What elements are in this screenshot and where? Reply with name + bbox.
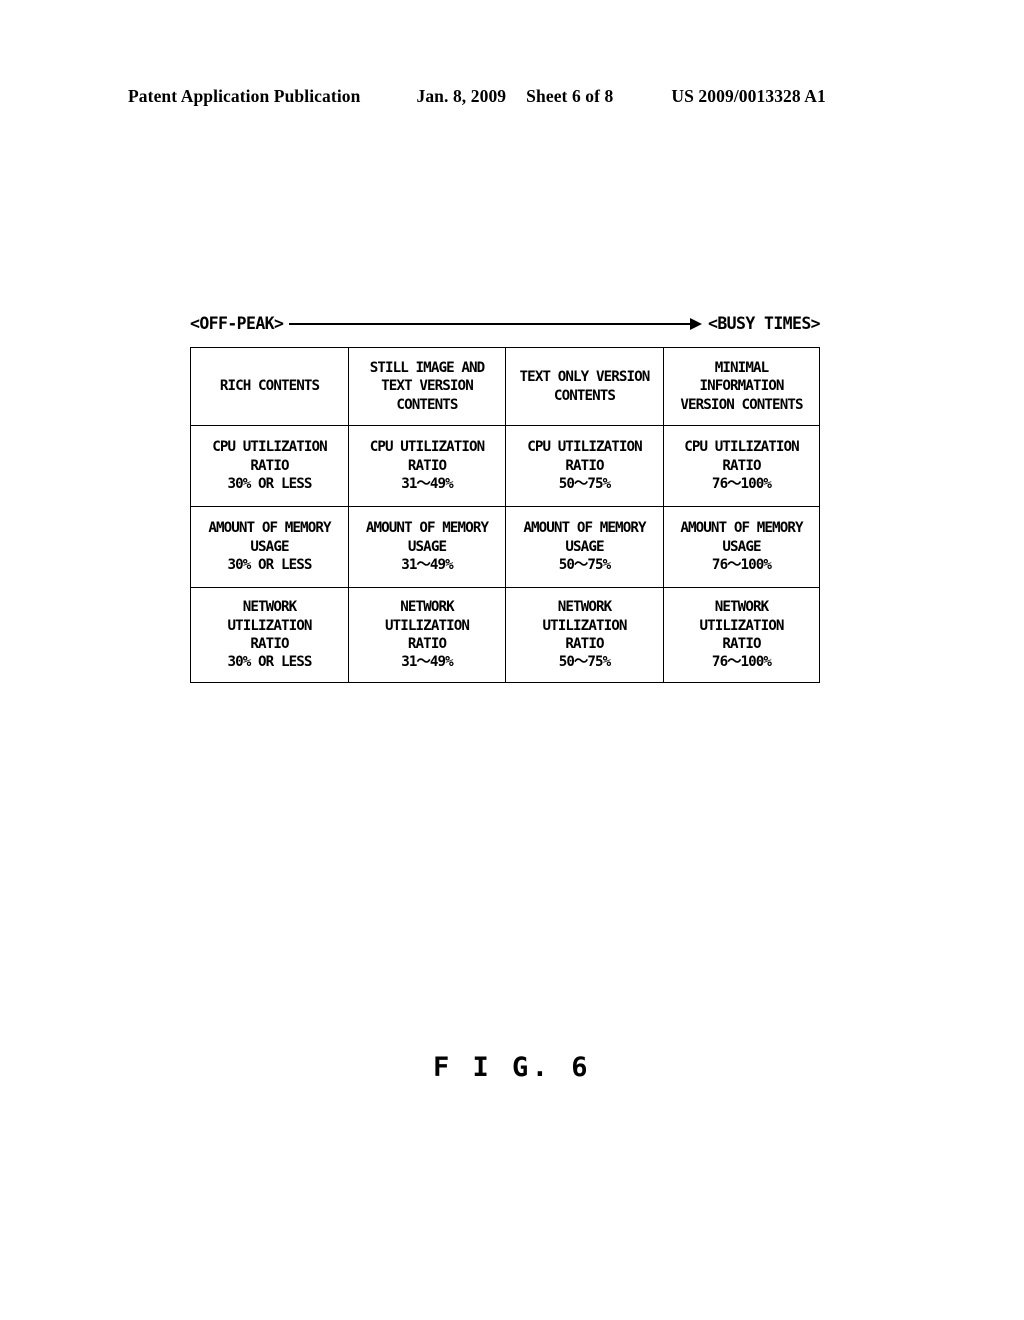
cell-header-col4: MINIMAL INFORMATION VERSION CONTENTS [663, 347, 820, 426]
cell-text: STILL IMAGE AND [369, 359, 486, 376]
cell-text: AMOUNT OF MEMORY [680, 520, 803, 537]
cell-text: NETWORK [400, 599, 454, 616]
table-row-memory: AMOUNT OF MEMORY USAGE 30% OR LESS AMOUN… [190, 506, 820, 588]
cell-text: CPU UTILIZATION [369, 439, 486, 456]
cell-text: CPU UTILIZATION [212, 439, 328, 456]
cell-text: RATIO [407, 636, 447, 652]
cell-text: MINIMAL [714, 359, 769, 376]
cell-text: UTILIZATION [699, 617, 784, 634]
cell-text: RATIO [565, 457, 604, 474]
cell-text: RATIO [722, 457, 761, 474]
cell-text: RATIO [250, 457, 289, 474]
figure-caption: F I G. 6 [432, 1052, 592, 1083]
cell-header-col3: TEXT ONLY VERSION CONTENTS [505, 347, 664, 426]
axis-arrow [289, 317, 702, 331]
cell-text: 50〜75% [558, 476, 611, 493]
cell-text: RATIO [407, 457, 447, 474]
cell-text: NETWORK [714, 599, 769, 616]
table-row-network: NETWORK UTILIZATION RATIO 30% OR LESS NE… [190, 587, 820, 683]
axis-label-busy-times: <BUSY TIMES> [707, 313, 821, 333]
cell-text: UTILIZATION [384, 617, 470, 634]
cell-text: USAGE [565, 538, 604, 555]
cell-header-col2: STILL IMAGE AND TEXT VERSION CONTENTS [348, 347, 506, 426]
cell-text: 30% OR LESS [227, 557, 312, 574]
cell-text: AMOUNT OF MEMORY [365, 520, 489, 537]
cell-header-col1: RICH CONTENTS [190, 347, 349, 426]
cell-text: USAGE [407, 538, 447, 555]
cell-text: CONTENTS [396, 396, 458, 413]
table-row-header: RICH CONTENTS STILL IMAGE AND TEXT VERSI… [190, 347, 820, 426]
cell-text: USAGE [722, 538, 761, 555]
cell-text: 50〜75% [558, 557, 611, 574]
cell-text: NETWORK [242, 599, 297, 616]
cell-text: 30% OR LESS [227, 654, 312, 671]
content-level-table: RICH CONTENTS STILL IMAGE AND TEXT VERSI… [190, 347, 820, 683]
figure-6: <OFF-PEAK> <BUSY TIMES> RICH CONTENTS ST… [0, 0, 1024, 1320]
cell-text: 31〜49% [401, 654, 453, 671]
cell-cpu-col1: CPU UTILIZATION RATIO 30% OR LESS [190, 425, 349, 507]
cell-text: TEXT VERSION [381, 378, 474, 395]
cell-text: 76〜100% [711, 654, 772, 671]
cell-memory-col2: AMOUNT OF MEMORY USAGE 31〜49% [348, 506, 506, 588]
table-row-cpu: CPU UTILIZATION RATIO 30% OR LESS CPU UT… [190, 425, 820, 507]
cell-text: RATIO [250, 636, 289, 652]
cell-text: NETWORK [557, 599, 612, 616]
cell-text: RATIO [722, 636, 761, 652]
cell-text: VERSION CONTENTS [680, 396, 803, 413]
cell-text: 76〜100% [711, 476, 772, 493]
cell-text: AMOUNT OF MEMORY [208, 520, 331, 537]
cell-cpu-col4: CPU UTILIZATION RATIO 76〜100% [663, 425, 820, 507]
cell-memory-col1: AMOUNT OF MEMORY USAGE 30% OR LESS [190, 506, 349, 588]
cell-cpu-col3: CPU UTILIZATION RATIO 50〜75% [505, 425, 664, 507]
cell-network-col3: NETWORK UTILIZATION RATIO 50〜75% [505, 587, 664, 683]
cell-text: USAGE [250, 538, 289, 555]
cell-text: 50〜75% [558, 654, 611, 671]
cell-text: 76〜100% [711, 557, 772, 574]
cell-text: CPU UTILIZATION [684, 439, 800, 456]
cell-cpu-col2: CPU UTILIZATION RATIO 31〜49% [348, 425, 506, 507]
cell-text: 31〜49% [401, 557, 453, 574]
cell-text: CONTENTS [553, 387, 616, 404]
axis-arrow-head-icon [689, 318, 702, 330]
cell-text: UTILIZATION [542, 617, 627, 634]
cell-text: 30% OR LESS [227, 476, 312, 493]
cell-text: AMOUNT OF MEMORY [523, 520, 646, 537]
cell-network-col4: NETWORK UTILIZATION RATIO 76〜100% [663, 587, 820, 683]
peak-axis: <OFF-PEAK> <BUSY TIMES> [190, 310, 821, 338]
cell-memory-col3: AMOUNT OF MEMORY USAGE 50〜75% [505, 506, 664, 588]
cell-memory-col4: AMOUNT OF MEMORY USAGE 76〜100% [663, 506, 820, 588]
cell-text: TEXT ONLY VERSION [519, 369, 651, 386]
cell-text: RICH CONTENTS [219, 378, 320, 395]
cell-network-col1: NETWORK UTILIZATION RATIO 30% OR LESS [190, 587, 349, 683]
cell-text: CPU UTILIZATION [527, 439, 643, 456]
cell-network-col2: NETWORK UTILIZATION RATIO 31〜49% [348, 587, 506, 683]
axis-arrow-line [289, 323, 693, 325]
axis-label-off-peak: <OFF-PEAK> [190, 313, 284, 333]
cell-text: INFORMATION [699, 378, 784, 395]
cell-text: UTILIZATION [227, 617, 312, 634]
cell-text: 31〜49% [401, 476, 453, 493]
cell-text: RATIO [565, 636, 604, 652]
